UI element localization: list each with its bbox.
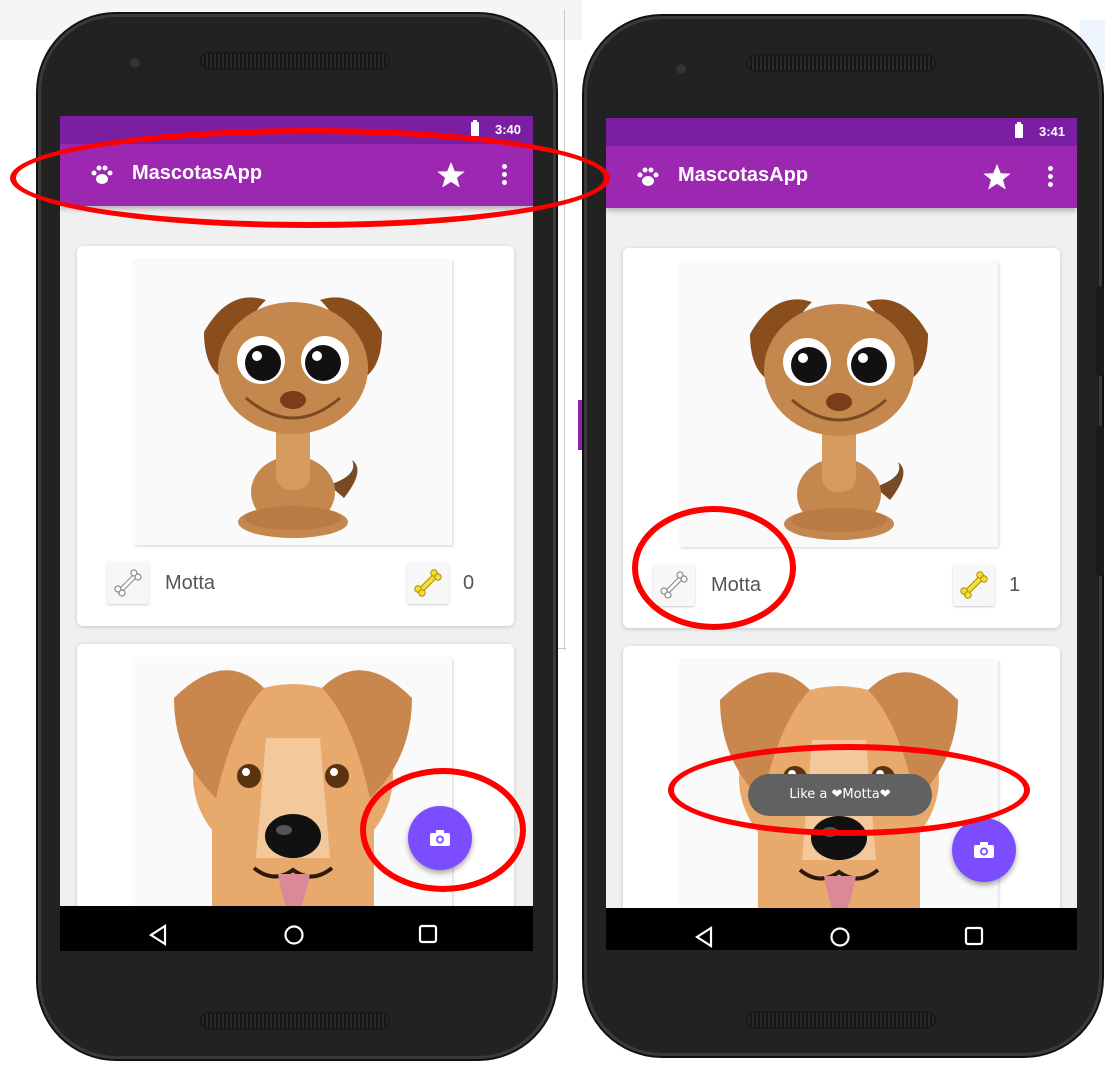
triangle-back-icon[interactable] bbox=[694, 926, 714, 948]
pet-name: Motta bbox=[165, 572, 216, 594]
camera-fab[interactable] bbox=[408, 806, 472, 870]
phone-screen: 3:41 MascotasApp Motta 1 Like a ❤Motta❤ bbox=[606, 118, 1077, 950]
likes-indicator bbox=[953, 564, 995, 606]
like-count: 1 bbox=[1009, 574, 1021, 596]
status-bar: 3:41 bbox=[606, 118, 1077, 146]
status-time: 3:41 bbox=[1038, 124, 1065, 139]
circle-home-icon[interactable] bbox=[283, 924, 305, 946]
triangle-back-icon[interactable] bbox=[148, 924, 168, 946]
bone-outline-icon bbox=[114, 569, 142, 597]
phone-frame-left: 3:40 MascotasApp Motta 0 bbox=[38, 14, 556, 1059]
star-icon[interactable] bbox=[981, 162, 1013, 192]
square-recents-icon[interactable] bbox=[964, 926, 984, 946]
side-button bbox=[1096, 286, 1104, 376]
more-vert-icon[interactable] bbox=[1048, 166, 1054, 188]
phone-screen: 3:40 MascotasApp Motta 0 bbox=[60, 116, 533, 951]
bone-filled-icon bbox=[960, 571, 988, 599]
paw-icon bbox=[91, 165, 113, 184]
app-title: MascotasApp bbox=[678, 164, 809, 186]
camera-icon bbox=[430, 830, 450, 846]
navigation-bar bbox=[606, 908, 1077, 950]
bone-filled-icon bbox=[414, 569, 442, 597]
more-vert-icon[interactable] bbox=[502, 164, 508, 186]
top-speaker bbox=[200, 52, 390, 70]
star-icon[interactable] bbox=[435, 160, 467, 190]
front-camera-icon bbox=[676, 64, 686, 74]
like-toggle-button[interactable] bbox=[653, 564, 695, 606]
status-time: 3:40 bbox=[494, 122, 521, 137]
pet-photo bbox=[680, 262, 998, 547]
pet-photo bbox=[134, 260, 452, 545]
cartoon-dog-image bbox=[204, 297, 382, 538]
bottom-speaker bbox=[746, 1011, 936, 1029]
front-camera-icon bbox=[130, 58, 140, 68]
app-bar: MascotasApp bbox=[60, 144, 533, 206]
square-recents-icon[interactable] bbox=[418, 924, 438, 944]
desktop-divider bbox=[564, 10, 565, 650]
bottom-speaker bbox=[200, 1012, 390, 1030]
top-speaker bbox=[746, 54, 936, 72]
side-button bbox=[1096, 426, 1104, 576]
likes-indicator bbox=[407, 562, 449, 604]
pet-name: Motta bbox=[711, 574, 762, 596]
battery-icon bbox=[471, 120, 479, 136]
cartoon-dog-image bbox=[750, 299, 928, 540]
camera-icon bbox=[974, 842, 994, 858]
like-count: 0 bbox=[463, 572, 475, 594]
app-bar: MascotasApp bbox=[606, 146, 1077, 208]
status-bar: 3:40 bbox=[60, 116, 533, 144]
phone-frame-right: 3:41 MascotasApp Motta 1 Like a ❤Motta❤ bbox=[584, 16, 1104, 1056]
bone-outline-icon bbox=[660, 571, 688, 599]
pet-card: Motta 1 bbox=[623, 248, 1060, 628]
app-title: MascotasApp bbox=[132, 162, 263, 184]
like-toggle-button[interactable] bbox=[107, 562, 149, 604]
circle-home-icon[interactable] bbox=[829, 926, 851, 948]
pet-card bbox=[77, 644, 514, 951]
pet-card: Motta 0 bbox=[77, 246, 514, 626]
toast-message: Like a ❤Motta❤ bbox=[748, 774, 932, 816]
camera-fab[interactable] bbox=[952, 818, 1016, 882]
battery-icon bbox=[1015, 122, 1023, 138]
navigation-bar bbox=[60, 906, 533, 951]
paw-icon bbox=[637, 167, 659, 186]
